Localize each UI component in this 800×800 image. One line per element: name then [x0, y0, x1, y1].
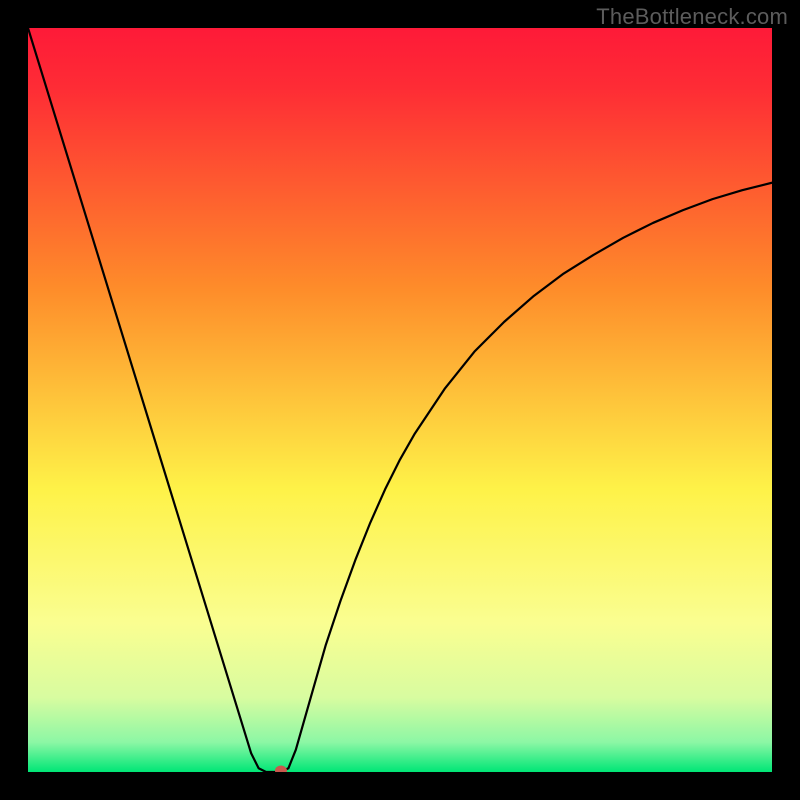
gradient-background — [28, 28, 772, 772]
chart-svg — [28, 28, 772, 772]
watermark-text: TheBottleneck.com — [596, 4, 788, 30]
chart-frame: TheBottleneck.com — [0, 0, 800, 800]
plot-area — [28, 28, 772, 772]
